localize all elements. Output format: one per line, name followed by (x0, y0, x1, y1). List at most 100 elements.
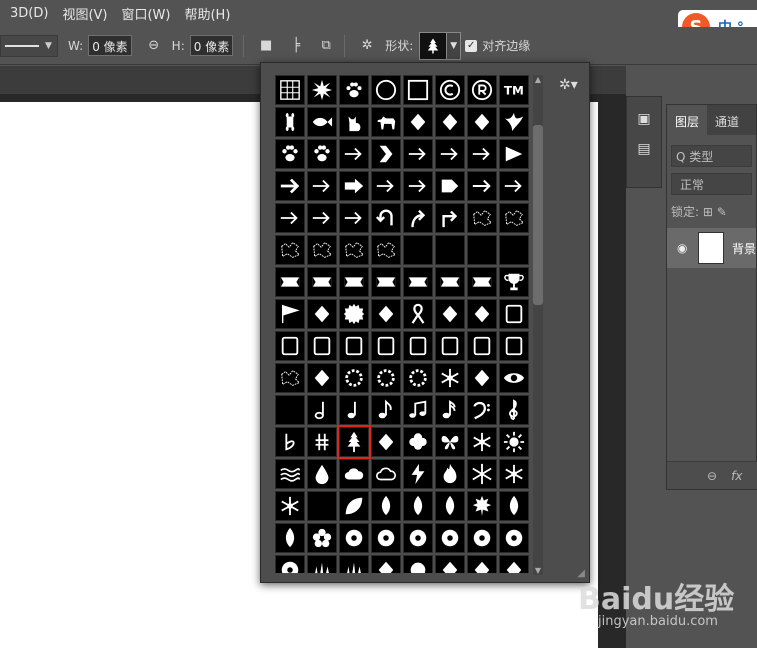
scroll-up-icon[interactable]: ▲ (533, 75, 543, 84)
shape-arrow-u-turn[interactable] (371, 203, 401, 233)
menu-window[interactable]: 窗口(W) (121, 4, 170, 23)
shape-flower-5[interactable] (499, 523, 529, 553)
stroke-type-dropdown[interactable]: ▼ (0, 34, 58, 57)
shape-frame-round[interactable] (339, 331, 369, 361)
layer-row[interactable]: ◉ 背景 (667, 228, 756, 268)
shape-arrow-chevron[interactable] (371, 139, 401, 169)
path-alignment-icon[interactable]: ╞ (288, 38, 304, 53)
shape-dove[interactable] (499, 107, 529, 137)
shape-lightning[interactable] (403, 459, 433, 489)
shape-butterfly[interactable] (435, 427, 465, 457)
shape-arrow-dart[interactable] (275, 203, 305, 233)
shape-grass-2[interactable] (339, 555, 369, 573)
scroll-down-icon[interactable]: ▼ (533, 566, 543, 575)
lock-brush-icon[interactable]: ✎ (717, 205, 727, 219)
shape-flower-1[interactable] (307, 523, 337, 553)
shape-cloud-outline[interactable] (371, 459, 401, 489)
shape-dots-texture[interactable] (339, 235, 369, 265)
shape-flower-3[interactable] (435, 523, 465, 553)
shape-eye[interactable] (499, 363, 529, 393)
shape-copyright[interactable] (435, 75, 465, 105)
shape-arrow-wavy[interactable] (499, 171, 529, 201)
layer-filter-input[interactable]: Q 类型 (671, 145, 752, 167)
shape-note-quarter[interactable] (339, 395, 369, 425)
shape-treble-clef[interactable] (499, 395, 529, 425)
shape-bone[interactable] (275, 107, 305, 137)
shape-arrow-sharp[interactable] (371, 171, 401, 201)
shape-waves[interactable] (275, 459, 305, 489)
shape-grunge-1[interactable] (275, 235, 305, 265)
shape-arrow-block[interactable] (339, 171, 369, 201)
width-input[interactable]: 0 像素 (88, 35, 132, 56)
shape-flower-2[interactable] (403, 523, 433, 553)
history-panel-icon[interactable]: ▣ (627, 111, 661, 127)
shape-banner-1[interactable] (275, 267, 305, 297)
shape-dropdown-button[interactable]: ▼ (447, 31, 462, 60)
shape-frame-square[interactable] (435, 331, 465, 361)
shape-flower-branch[interactable] (339, 523, 369, 553)
shape-crescent-1[interactable] (403, 235, 433, 265)
shape-flame-hand[interactable] (467, 555, 497, 573)
shape-grunge-splat[interactable] (499, 203, 529, 233)
shape-preview[interactable] (419, 31, 448, 60)
shape-arrow-bold[interactable] (275, 171, 305, 201)
shape-note-beamed[interactable] (403, 395, 433, 425)
shape-grunge-2[interactable] (307, 235, 337, 265)
shape-raindrop[interactable] (307, 459, 337, 489)
shape-frame-stamp[interactable] (403, 331, 433, 361)
shape-fern[interactable] (371, 427, 401, 457)
shape-wreath-3[interactable] (403, 363, 433, 393)
menu-3d[interactable]: 3D(D) (10, 6, 48, 21)
shape-lightbulb[interactable] (467, 363, 497, 393)
shape-grass-1[interactable] (307, 555, 337, 573)
shape-trophy[interactable] (499, 267, 529, 297)
path-operations-icon[interactable]: ■ (258, 38, 274, 53)
shape-grid[interactable] (275, 75, 305, 105)
shape-frame-oval[interactable] (275, 331, 305, 361)
shape-banner-4[interactable] (371, 267, 401, 297)
shape-dot[interactable] (403, 555, 433, 573)
shape-wavy-flag[interactable] (307, 299, 337, 329)
shape-crescent-moon[interactable] (307, 491, 337, 521)
shape-arrow-curve-up[interactable] (403, 203, 433, 233)
shape-empty[interactable] (499, 235, 529, 265)
shape-dog[interactable] (371, 107, 401, 137)
shape-bird-parrot[interactable] (467, 107, 497, 137)
shape-banner-5[interactable] (403, 267, 433, 297)
shape-wreath-2[interactable] (371, 363, 401, 393)
shape-note-half[interactable] (307, 395, 337, 425)
shape-hand[interactable] (499, 555, 529, 573)
eye-icon[interactable]: ◉ (677, 241, 688, 255)
shape-paw-1[interactable] (275, 139, 305, 169)
shape-banner-2[interactable] (307, 267, 337, 297)
blend-mode-select[interactable]: 正常 (671, 173, 752, 195)
shape-frame-ornate[interactable] (307, 331, 337, 361)
shape-tree-leaf[interactable] (499, 491, 529, 521)
shape-arrow-triangle[interactable] (499, 139, 529, 169)
height-input[interactable]: 0 像素 (189, 35, 234, 56)
path-arrangement-icon[interactable]: ⧉ (318, 38, 334, 53)
fx-icon[interactable]: fx (731, 469, 742, 483)
shape-sun[interactable] (499, 427, 529, 457)
shape-flag[interactable] (275, 299, 305, 329)
shape-rabbit[interactable] (435, 107, 465, 137)
shape-arrow-feathered[interactable] (307, 171, 337, 201)
shape-banner-3[interactable] (339, 267, 369, 297)
shape-arrow-feather[interactable] (435, 139, 465, 169)
shape-note-eighth[interactable] (371, 395, 401, 425)
shape-tree[interactable] (337, 425, 371, 459)
shape-frame-rect[interactable] (499, 299, 529, 329)
shape-arrow-double[interactable] (307, 203, 337, 233)
shape-skull[interactable] (435, 555, 465, 573)
shape-arrow-plain[interactable] (467, 171, 497, 201)
menu-help[interactable]: 帮助(H) (184, 4, 230, 23)
shape-crescent-2[interactable] (435, 235, 465, 265)
shape-frame-grunge[interactable] (499, 331, 529, 361)
shape-paw-print[interactable] (339, 75, 369, 105)
lock-pixels-icon[interactable]: ⊞ (703, 205, 713, 219)
shape-arrow-squiggle[interactable] (339, 203, 369, 233)
shape-flower-6[interactable] (275, 555, 305, 573)
shape-medal-ribbon[interactable] (371, 299, 401, 329)
scroll-thumb[interactable] (533, 125, 543, 305)
shape-starburst[interactable] (307, 75, 337, 105)
